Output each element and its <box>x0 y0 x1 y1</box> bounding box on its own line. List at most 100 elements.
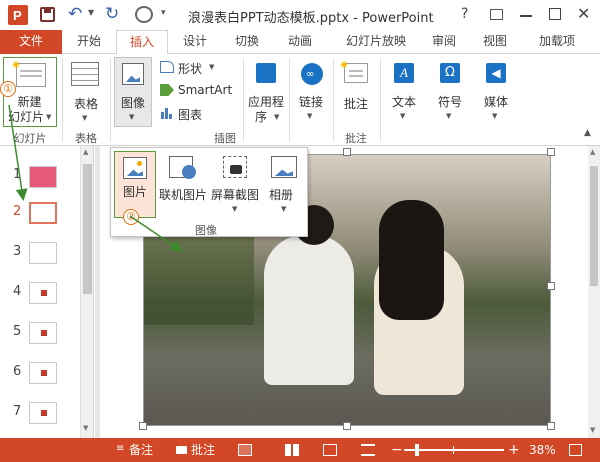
comments-button[interactable]: 批注 <box>176 438 226 462</box>
album-button[interactable]: 相册 ▼ <box>261 151 307 233</box>
slide-number: 2 <box>13 204 22 219</box>
undo-dropdown-icon[interactable]: ▼ <box>88 8 94 17</box>
status-bar: ≡ 备注 批注 − + 38% <box>0 438 600 462</box>
reading-view-icon[interactable] <box>323 444 337 456</box>
zoom-level[interactable]: 38% <box>529 438 556 462</box>
selection-handle[interactable] <box>547 422 555 430</box>
table-label: 表格 <box>73 97 98 111</box>
link-icon: ∞ <box>301 63 323 85</box>
selection-handle[interactable] <box>547 282 555 290</box>
album-label: 相册 <box>268 188 293 202</box>
picture-label: 图片 <box>122 185 147 199</box>
shapes-label: 形状 <box>178 62 203 76</box>
scrollbar-thumb[interactable] <box>590 166 598 286</box>
ribbon-display-icon[interactable] <box>490 9 503 20</box>
chevron-down-icon: ▼ <box>232 205 238 213</box>
slide-number: 3 <box>13 244 22 259</box>
maximize-icon[interactable] <box>549 8 561 20</box>
online-picture-label: 联机图片 <box>159 188 208 202</box>
slide-thumbnail-panel: 2 3 4 5 6 7 ▲ ▼ <box>0 146 94 438</box>
redo-icon[interactable]: ↻ <box>105 4 119 24</box>
step-1-marker: ① <box>0 81 16 97</box>
collapse-ribbon-icon[interactable]: ▲ <box>584 128 591 138</box>
links-button[interactable]: ∞ 链接 ▼ <box>292 57 330 127</box>
apps-label-2: 序 <box>254 110 267 124</box>
slide-number: 1 <box>13 167 22 182</box>
picture-button[interactable]: 图片 <box>114 151 156 218</box>
list-item[interactable]: 7 <box>0 402 80 428</box>
text-button[interactable]: A 文本 ▼ <box>384 57 424 127</box>
selection-handle[interactable] <box>343 422 351 430</box>
chevron-down-icon: ▼ <box>400 112 406 120</box>
tab-view[interactable]: 视图 <box>470 30 520 54</box>
slides-group-label: 幻灯片 <box>13 132 47 145</box>
work-area-scrollbar[interactable]: ▲ ▼ <box>588 146 600 438</box>
tab-review[interactable]: 审阅 <box>420 30 468 54</box>
thumbnail-scrollbar[interactable]: ▲ ▼ <box>80 146 93 438</box>
selection-handle[interactable] <box>343 148 351 156</box>
symbols-button[interactable]: Ω 符号 ▼ <box>430 57 470 127</box>
list-item[interactable]: 6 <box>0 362 80 388</box>
speaker-icon: ◀ <box>486 63 506 83</box>
divider <box>62 58 63 142</box>
slide-thumbnail <box>29 322 57 344</box>
chevron-down-icon: ▼ <box>129 113 135 121</box>
help-icon[interactable]: ? <box>461 6 468 22</box>
list-item[interactable]: 3 <box>0 242 80 268</box>
online-picture-button[interactable]: 联机图片 <box>159 151 207 218</box>
fit-to-window-icon[interactable] <box>569 444 582 456</box>
slide-sorter-icon[interactable] <box>285 444 299 456</box>
list-item[interactable]: 5 <box>0 322 80 348</box>
chart-button[interactable]: 图表 <box>160 106 212 122</box>
screenshot-button[interactable]: 屏幕截图 ▼ <box>211 151 259 233</box>
zoom-in-button[interactable]: + <box>508 438 520 462</box>
slide-thumbnail <box>29 166 57 188</box>
tab-transitions[interactable]: 切换 <box>222 30 272 54</box>
minimize-icon[interactable] <box>520 15 532 17</box>
list-item[interactable]: 4 <box>0 282 80 308</box>
shapes-button[interactable]: 形状 ▼ <box>160 60 218 76</box>
tab-slideshow[interactable]: 幻灯片放映 <box>334 30 418 54</box>
illustrations-group-label: 插图 <box>214 132 236 145</box>
media-button[interactable]: ◀ 媒体 ▼ <box>476 57 516 127</box>
tab-animations[interactable]: 动画 <box>274 30 326 54</box>
presenter-icon[interactable] <box>135 6 153 23</box>
slideshow-icon[interactable] <box>361 444 375 456</box>
comment-icon: ✷ <box>339 58 368 83</box>
slide-thumbnail <box>29 362 57 384</box>
chart-label: 图表 <box>178 108 203 122</box>
undo-icon[interactable]: ↶ <box>68 4 82 24</box>
textbox-icon: A <box>394 63 414 83</box>
notes-button[interactable]: ≡ 备注 <box>116 438 166 462</box>
scrollbar-thumb[interactable] <box>83 164 92 294</box>
slide-thumbnail <box>29 282 57 304</box>
table-button[interactable]: 表格 ▼ <box>66 57 106 127</box>
tab-file[interactable]: 文件 <box>0 30 62 54</box>
omega-icon: Ω <box>440 63 460 83</box>
close-icon[interactable]: ✕ <box>577 4 590 23</box>
photo-person-left <box>264 235 354 385</box>
slide-thumbnail <box>29 242 57 264</box>
zoom-out-button[interactable]: − <box>391 438 403 462</box>
apps-button[interactable]: 应用程 序 ▼ <box>246 57 286 127</box>
normal-view-icon[interactable] <box>238 444 252 456</box>
save-icon[interactable] <box>40 7 55 22</box>
images-group-label: 图像 <box>195 224 217 237</box>
list-item[interactable]: 2 <box>0 202 80 228</box>
tab-home[interactable]: 开始 <box>64 30 114 54</box>
customize-qat-icon[interactable]: ▾ <box>161 8 166 18</box>
powerpoint-logo-icon[interactable]: P <box>8 5 28 25</box>
images-button[interactable]: 图像 ▼ <box>114 57 152 127</box>
zoom-slider-thumb[interactable] <box>415 444 419 456</box>
comment-button[interactable]: ✷ 批注 <box>336 57 376 127</box>
chevron-down-icon: ▼ <box>274 113 280 121</box>
tab-insert[interactable]: 插入 <box>116 30 168 55</box>
tab-design[interactable]: 设计 <box>170 30 220 54</box>
selection-handle[interactable] <box>139 422 147 430</box>
smartart-button[interactable]: SmartArt <box>160 83 236 99</box>
zoom-slider[interactable] <box>404 444 504 456</box>
list-item[interactable] <box>0 166 80 192</box>
new-slide-label-2: 幻灯片 <box>7 110 44 124</box>
tab-addins[interactable]: 加载项 <box>526 30 588 54</box>
selection-handle[interactable] <box>547 148 555 156</box>
